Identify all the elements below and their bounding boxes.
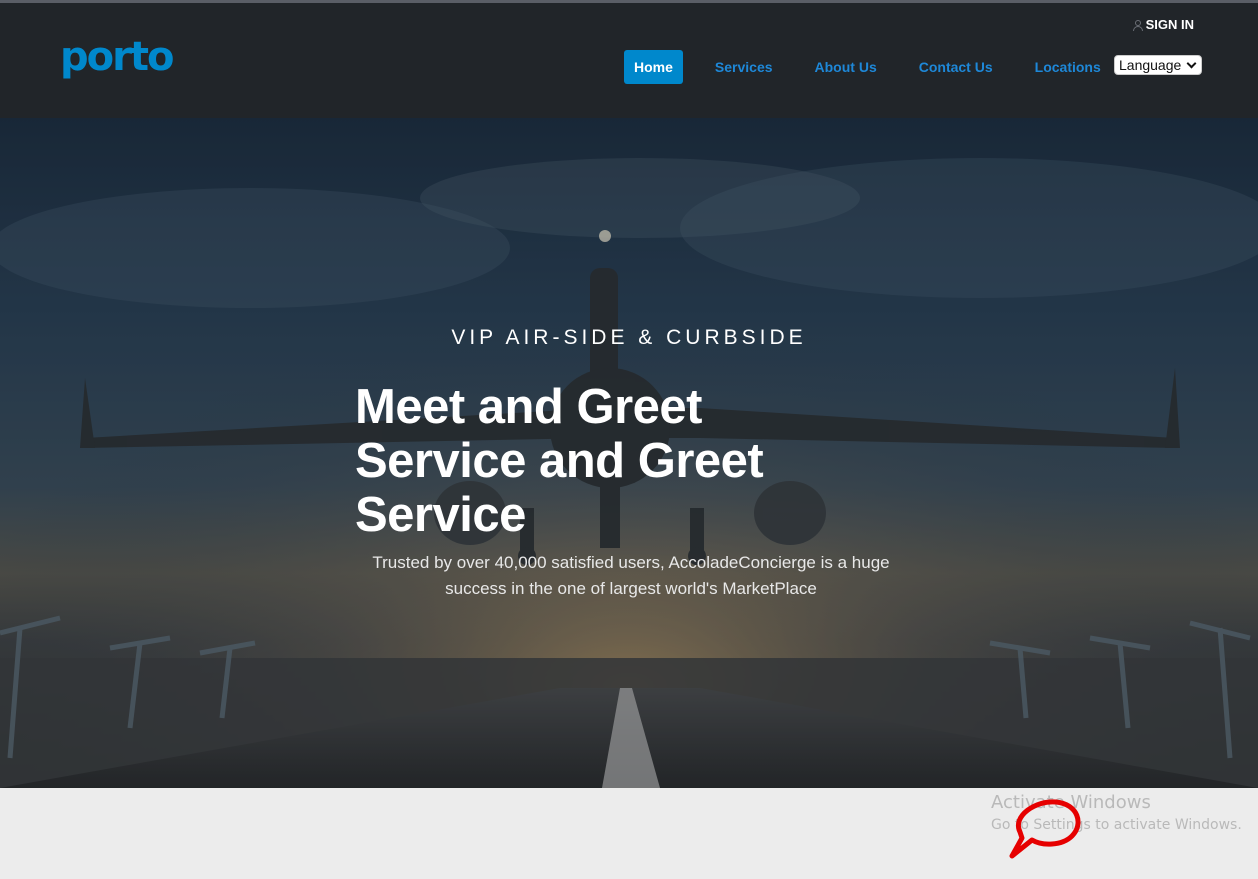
main-menu: Home Services About Us Contact Us Locati… [624,50,1111,84]
language-select[interactable]: Language [1114,55,1202,75]
hero-subtext: Trusted by over 40,000 satisfied users, … [360,550,902,602]
nav-services[interactable]: Services [705,50,783,84]
logo[interactable]: porto [60,33,174,81]
hero-section: VIP AIR-SIDE & CURBSIDE Meet and Greet S… [0,118,1258,788]
nav-about-us[interactable]: About Us [805,50,887,84]
user-icon [1132,19,1143,31]
hero-subtext-line-2: success in the one of largest world's Ma… [445,579,817,598]
hero-eyebrow: VIP AIR-SIDE & CURBSIDE [451,326,807,349]
nav-home[interactable]: Home [624,50,683,84]
hero-headline: Meet and Greet Service and Greet Service [355,380,764,542]
navbar: porto SIGN IN Home Services About Us Con… [0,3,1258,118]
chat-bubble-icon[interactable] [1006,796,1086,862]
nav-locations[interactable]: Locations [1025,50,1111,84]
signin-label: SIGN IN [1145,17,1194,32]
signin-link[interactable]: SIGN IN [1132,17,1194,32]
language-select-value: Language [1119,57,1182,73]
logo-text: porto [60,34,174,80]
chevron-down-icon [1186,58,1197,68]
hero-subtext-line-1: Trusted by over 40,000 satisfied users, … [372,553,890,572]
nav-contact-us[interactable]: Contact Us [909,50,1003,84]
